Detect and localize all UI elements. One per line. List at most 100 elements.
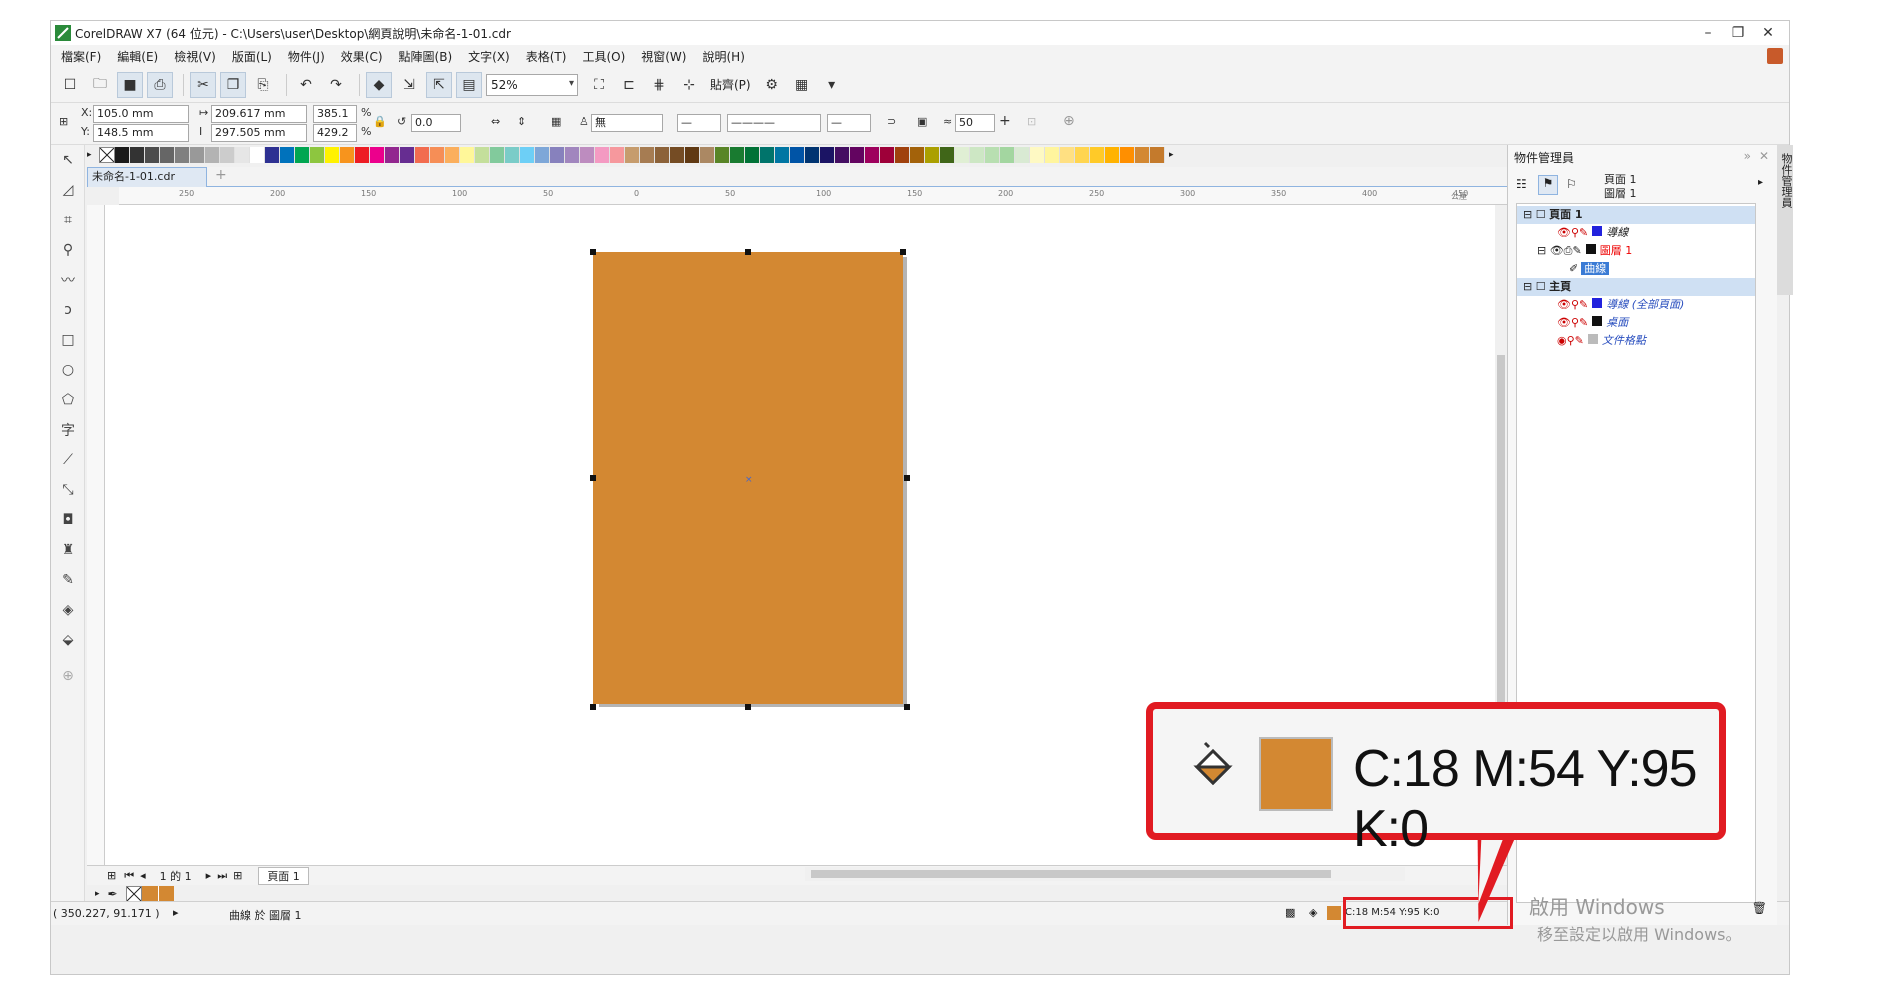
menu-window[interactable]: 視窗(W) [641,48,686,65]
add-page-after-icon[interactable]: ⊞ [233,869,242,882]
tree-row-grid[interactable]: ◉⚲✎ 文件格點 [1517,332,1755,350]
menu-effects[interactable]: 效果(C) [341,48,383,65]
palette-swatch[interactable] [160,147,175,163]
selection-handle-b[interactable] [745,704,751,710]
docker-collapse-icon[interactable]: » [1744,149,1751,163]
object-origin-icon[interactable]: ⊞ [59,115,68,128]
tree-row-desktop[interactable]: 👁⚲✎ 桌面 [1517,314,1755,332]
menu-text[interactable]: 文字(X) [468,48,510,65]
show-grid-icon[interactable]: ⋕ [646,72,672,98]
eyedropper-tool-icon[interactable]: ✎ [57,569,79,591]
transparency-tool-icon[interactable]: ♜ [57,539,79,561]
selection-handle-r[interactable] [904,475,910,481]
show-properties-icon[interactable]: ☷ [1516,177,1527,191]
user-account-icon[interactable] [1767,48,1783,64]
palette-swatch[interactable] [295,147,310,163]
palette-scroll-left-icon[interactable]: ▸ [87,150,99,160]
docker-close-icon[interactable]: ✕ [1759,149,1769,163]
palette-swatch[interactable] [490,147,505,163]
delete-icon[interactable]: 🗑 [1752,901,1767,915]
interactive-fill-icon[interactable]: ◈ [57,599,79,621]
height-field[interactable]: 297.505 mm [211,124,307,142]
import-icon[interactable]: ⇲ [396,72,422,98]
customize-icon[interactable]: ▾ [819,72,845,98]
smoothing-field[interactable]: 50 [955,114,995,132]
restore-button[interactable]: ❐ [1723,21,1753,45]
palette-swatch[interactable] [130,147,145,163]
shape-tool-icon[interactable]: ◿ [57,179,79,201]
zoom-level-select[interactable]: 52% ▾ [486,73,578,96]
redo-icon[interactable]: ↷ [323,72,349,98]
docker-menu-icon[interactable]: ▸ [1758,177,1763,188]
artistic-media-icon[interactable]: ↄ [57,299,79,321]
palette-swatch[interactable] [535,147,550,163]
palette-swatch[interactable] [520,147,535,163]
palette-swatch[interactable] [880,147,895,163]
wrap-text-icon[interactable]: ▦ [551,115,561,128]
next-page-icon[interactable]: ▸ [206,869,212,882]
palette-swatch[interactable] [640,147,655,163]
palette-swatch[interactable] [970,147,985,163]
palette-swatch[interactable] [355,147,370,163]
selection-handle-t[interactable] [745,249,751,255]
palette-swatch[interactable] [610,147,625,163]
minimize-button[interactable]: – [1693,21,1723,45]
selection-handle-bl[interactable] [590,704,596,710]
palette-swatch[interactable] [115,147,130,163]
palette-swatch[interactable] [955,147,970,163]
palette-swatch[interactable] [505,147,520,163]
palette-swatch[interactable] [370,147,385,163]
copy-icon[interactable]: ❐ [220,71,246,98]
new-document-icon[interactable]: ☐ [57,72,83,98]
menu-file[interactable]: 檔案(F) [61,48,101,65]
palette-swatch[interactable] [1090,147,1105,163]
mirror-horizontal-icon[interactable]: ⇔ [491,115,500,128]
palette-swatch[interactable] [925,147,940,163]
palette-swatch[interactable] [250,147,265,163]
palette-swatch[interactable] [1045,147,1060,163]
palette-swatch[interactable] [310,147,325,163]
palette-swatch[interactable] [730,147,745,163]
palette-swatch[interactable] [475,147,490,163]
no-fill-swatch[interactable] [99,147,115,163]
quick-customize-icon[interactable]: ⊡ [1027,115,1036,128]
eyedropper-icon[interactable]: ✒ [108,887,118,901]
palette-swatch[interactable] [445,147,460,163]
smoothing-slider-icon[interactable]: + [999,113,1011,129]
tree-row-master[interactable]: ⊟ ☐ 主頁 [1517,278,1755,296]
show-guidelines-icon[interactable]: ⊹ [676,72,702,98]
palette-swatch[interactable] [430,147,445,163]
expand-status-icon[interactable]: ▸ [173,906,179,919]
cut-icon[interactable]: ✂ [190,71,216,98]
selection-handle-tr[interactable] [900,249,906,255]
y-position-field[interactable]: 148.5 mm [93,124,189,142]
menu-table[interactable]: 表格(T) [526,48,567,65]
palette-swatch[interactable] [565,147,580,163]
palette-swatch[interactable] [625,147,640,163]
palette-swatch[interactable] [595,147,610,163]
palette-swatch[interactable] [1015,147,1030,163]
palette-swatch[interactable] [235,147,250,163]
undo-icon[interactable]: ↶ [293,72,319,98]
application-launcher-icon[interactable]: ▦ [789,72,815,98]
palette-swatch[interactable] [1060,147,1075,163]
add-icon[interactable]: ⊕ [1063,113,1075,129]
export-icon[interactable]: ⇱ [426,71,452,98]
end-arrowhead-select[interactable]: — [827,114,871,132]
palette-swatch[interactable] [655,147,670,163]
rotation-angle-field[interactable]: 0.0 [411,114,461,132]
palette-swatch[interactable] [340,147,355,163]
palette-swatch[interactable] [835,147,850,163]
palette-swatch[interactable] [460,147,475,163]
new-tab-icon[interactable]: + [215,167,227,183]
menu-view[interactable]: 檢視(V) [174,48,216,65]
palette-swatch[interactable] [865,147,880,163]
ellipse-tool-icon[interactable]: ○ [57,359,79,381]
add-tool-icon[interactable]: ⊕ [57,665,79,687]
menu-bitmaps[interactable]: 點陣圖(B) [399,48,453,65]
lock-ratio-icon[interactable]: 🔒 [373,115,387,128]
palette-swatch[interactable] [175,147,190,163]
tree-row-curve[interactable]: ✐ 曲線 [1517,260,1755,278]
palette-swatch[interactable] [850,147,865,163]
palette-swatch[interactable] [760,147,775,163]
